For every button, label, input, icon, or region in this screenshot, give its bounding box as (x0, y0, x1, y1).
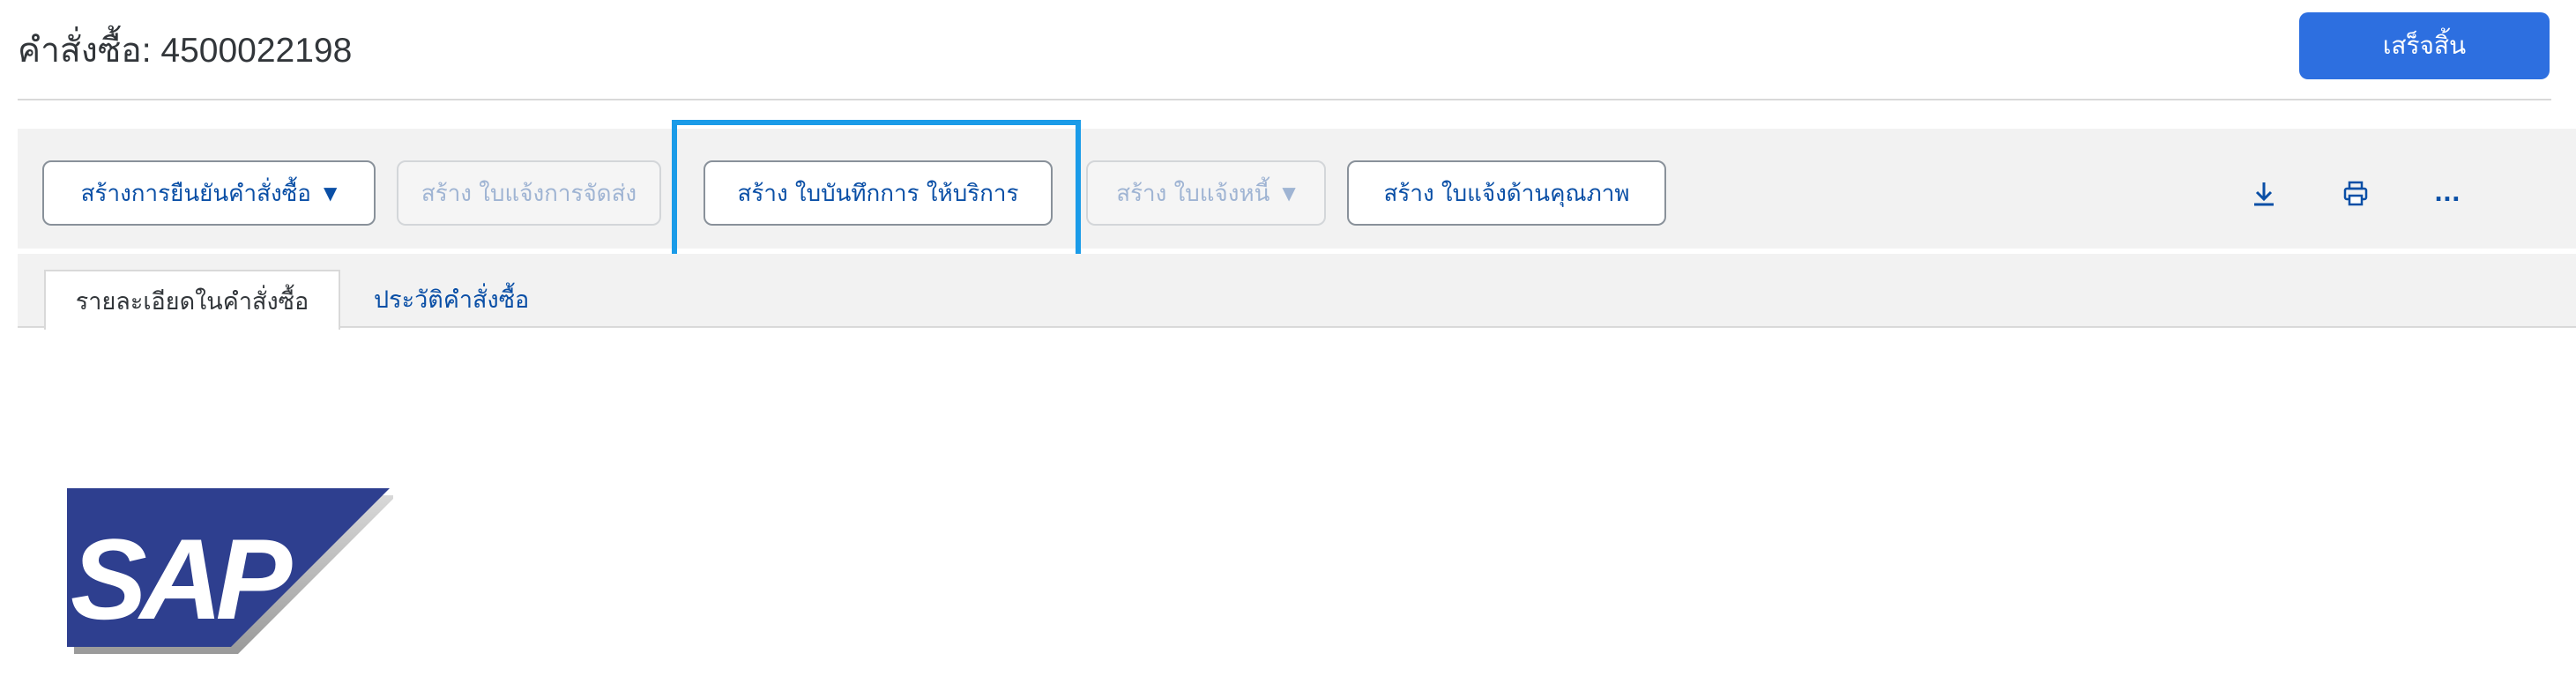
logo-text: SAP (71, 515, 293, 643)
tab-order-history[interactable]: ประวัติคำสั่งซื้อ (374, 270, 529, 328)
create-service-sheet-button[interactable]: สร้าง ใบบันทึกการ ให้บริการ (704, 160, 1053, 226)
more-icon[interactable]: ... (2428, 174, 2467, 213)
header-divider (18, 99, 2551, 100)
caret-down-icon: ▼ (1282, 182, 1296, 204)
create-invoice-button[interactable]: สร้าง ใบแจ้งหนี้ ▼ (1086, 160, 1326, 226)
create-quality-notification-button[interactable]: สร้าง ใบแจ้งด้านคุณภาพ (1347, 160, 1666, 226)
tab-order-details[interactable]: รายละเอียดในคำสั่งซื้อ (44, 270, 340, 330)
create-invoice-label: สร้าง ใบแจ้งหนี้ (1116, 180, 1270, 207)
create-order-confirmation-label: สร้างการยืนยันคำสั่งซื้อ (80, 180, 311, 207)
tab-order-details-label: รายละเอียดในคำสั่งซื้อ (75, 287, 309, 316)
create-order-confirmation-button[interactable]: สร้างการยืนยันคำสั่งซื้อ ▼ (42, 160, 376, 226)
caret-down-icon: ▼ (323, 182, 338, 204)
tab-order-history-label: ประวัติคำสั่งซื้อ (374, 286, 530, 314)
create-quality-notification-label: สร้าง ใบแจ้งด้านคุณภาพ (1383, 180, 1630, 207)
sap-logo: SAP (67, 488, 393, 654)
done-button[interactable]: เสร็จสิ้น (2299, 12, 2550, 79)
page-title: คำสั่งซื้อ: 4500022198 (18, 32, 353, 70)
create-ship-notice-label: สร้าง ใบแจ้งการจัดส่ง (421, 180, 637, 207)
download-icon[interactable] (2245, 174, 2283, 213)
create-service-sheet-label: สร้าง ใบบันทึกการ ให้บริการ (737, 180, 1019, 207)
print-icon[interactable] (2336, 174, 2375, 213)
create-ship-notice-button[interactable]: สร้าง ใบแจ้งการจัดส่ง (397, 160, 661, 226)
